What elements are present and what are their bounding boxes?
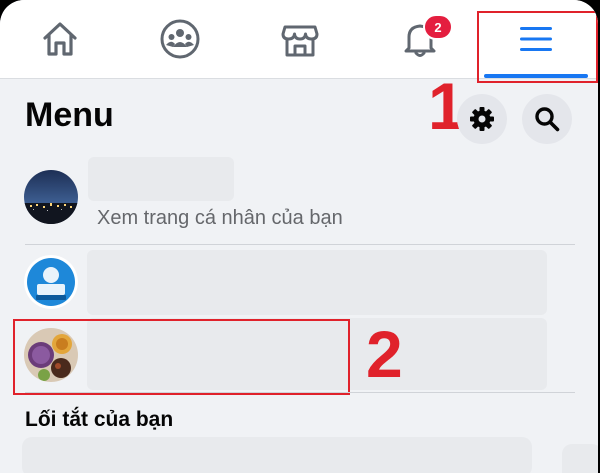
tab-marketplace[interactable] [245, 0, 355, 78]
page-name-redacted [87, 250, 547, 315]
divider [25, 244, 575, 245]
tab-home[interactable] [5, 0, 115, 78]
notification-badge: 2 [423, 14, 453, 40]
search-button[interactable] [522, 94, 572, 144]
shortcut-card-redacted[interactable] [22, 437, 532, 473]
home-icon [43, 22, 77, 56]
city-night-photo [24, 170, 78, 224]
annotation-box-menu-tab [477, 11, 598, 83]
view-profile-link[interactable]: Xem trang cá nhân của bạn [97, 207, 343, 230]
facebook-app-screen: 2 1 Menu Xem trang cá nhân của bạn 2 Lối… [0, 0, 598, 473]
profile-avatar[interactable] [24, 170, 78, 224]
gear-icon [470, 107, 494, 131]
settings-button[interactable] [457, 94, 507, 144]
marketplace-icon [281, 25, 319, 57]
shortcuts-section-title: Lối tắt của bạn [25, 408, 174, 431]
shortcut-card-redacted-2[interactable] [562, 444, 598, 473]
profile-name-redacted [88, 157, 234, 201]
annotation-box-page-row [13, 319, 350, 395]
tab-groups[interactable] [125, 0, 235, 78]
dbk-logo [24, 255, 78, 309]
page-title: Menu [25, 96, 114, 134]
divider [25, 392, 575, 393]
search-icon [535, 107, 560, 132]
groups-icon [160, 19, 200, 59]
page-avatar-dbk[interactable] [24, 255, 78, 309]
tab-notifications[interactable]: 2 [365, 0, 475, 78]
annotation-step-2: 2 [366, 317, 403, 391]
